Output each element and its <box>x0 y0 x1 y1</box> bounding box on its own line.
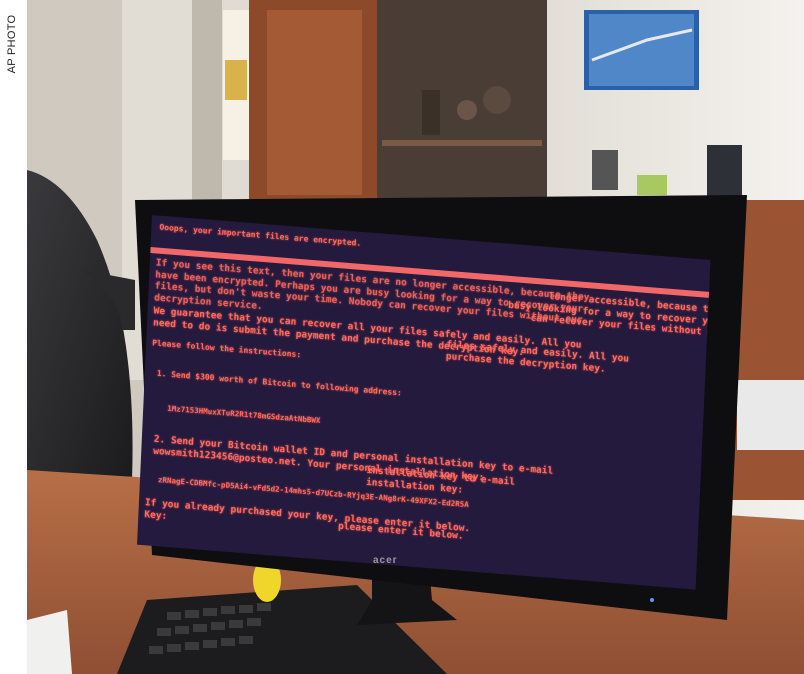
monitor-brand-logo: acer <box>373 555 398 566</box>
photo-credit: AP PHOTO <box>0 0 24 110</box>
step-1: 1. Send $300 worth of Bitcoin to followi… <box>156 368 403 398</box>
instructions-heading: Please follow the instructions: <box>151 338 302 360</box>
photo-credit-text: AP PHOTO <box>6 14 18 74</box>
bitcoin-address: 1Mz7153HMuxXTuR2R1t78mGSdzaAtNbBWX <box>167 403 321 426</box>
photograph: Ooops, your important files are encrypte… <box>27 0 804 674</box>
ransomware-screen: Ooops, your important files are encrypte… <box>137 215 711 590</box>
